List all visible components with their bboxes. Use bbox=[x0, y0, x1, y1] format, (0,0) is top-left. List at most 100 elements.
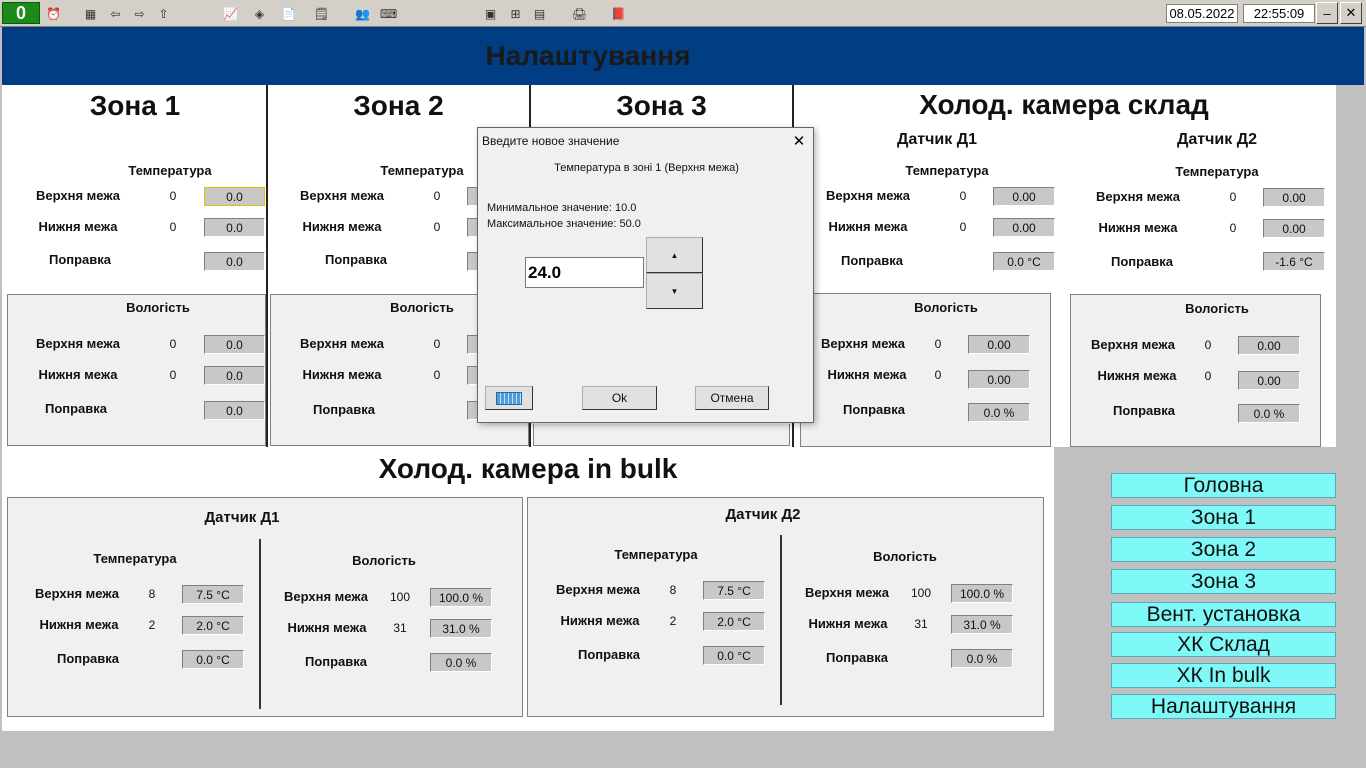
users-icon[interactable]: 👥 bbox=[352, 3, 373, 24]
zone1-hum-lower-field[interactable]: 0.0 bbox=[204, 366, 265, 385]
trend-icon[interactable]: 📈 bbox=[220, 3, 241, 24]
bulk-d1-upper-field[interactable]: 7.5 °C bbox=[182, 585, 244, 604]
sklad-d2-lower-num: 0 bbox=[1229, 221, 1237, 235]
nav-main[interactable]: Головна bbox=[1111, 473, 1336, 498]
nav-settings[interactable]: Налаштування bbox=[1111, 694, 1336, 719]
alarm-clock-icon[interactable]: ⏰ bbox=[43, 3, 64, 24]
bulk-d2-hum-corr-label: Поправка bbox=[825, 650, 889, 665]
zone1-upper-num: 0 bbox=[169, 189, 177, 203]
zone2-upper-label: Верхня межа bbox=[300, 188, 384, 203]
sklad-d2-hum-corr-label: Поправка bbox=[1112, 403, 1176, 418]
sklad-d2-corr-field[interactable]: -1.6 °C bbox=[1263, 252, 1325, 271]
sklad-d2-hum-upper-field[interactable]: 0.00 bbox=[1238, 336, 1300, 355]
bulk-d2-lower-field[interactable]: 2.0 °C bbox=[703, 612, 765, 631]
zone2-upper-num: 0 bbox=[433, 189, 441, 203]
minimize-button[interactable]: – bbox=[1316, 2, 1338, 24]
sklad-d1-corr-field[interactable]: 0.0 °C bbox=[993, 252, 1055, 271]
sklad-d2-hum-lower-label: Нижня межа bbox=[1097, 368, 1177, 383]
bulk-d1-hum-upper-field[interactable]: 100.0 % bbox=[430, 588, 492, 607]
sklad-d2-corr-label: Поправка bbox=[1110, 254, 1174, 269]
sklad-d1-hum-lower-field[interactable]: 0.00 bbox=[968, 370, 1030, 389]
bulk-d2-hum-upper-label: Верхня межа bbox=[805, 585, 889, 600]
zone1-temp-label: Температура bbox=[128, 163, 212, 178]
sklad-d2-upper-num: 0 bbox=[1229, 190, 1237, 204]
monitor-icon[interactable]: ▤ bbox=[529, 3, 550, 24]
zone1-hum-upper-field[interactable]: 0.0 bbox=[204, 335, 265, 354]
dialog-min: Минимальное значение: 10.0 bbox=[487, 202, 637, 214]
bulk-d2-upper-label: Верхня межа bbox=[556, 582, 640, 597]
sklad-d1-hum-lower-num: 0 bbox=[934, 368, 942, 382]
zone1-upper-field[interactable]: 0.0 bbox=[204, 187, 265, 206]
zone1-hum-corr-label: Поправка bbox=[44, 401, 108, 416]
bulk-d1-hum-lower-field[interactable]: 31.0 % bbox=[430, 619, 492, 638]
time-display: 22:55:09 bbox=[1243, 4, 1315, 23]
zone2-corr-label: Поправка bbox=[324, 252, 388, 267]
nav-xk-bulk[interactable]: ХК In bulk bbox=[1111, 663, 1336, 688]
bulk-d1-lower-field[interactable]: 2.0 °C bbox=[182, 616, 244, 635]
bulk-d2-hum-upper-num: 100 bbox=[910, 586, 932, 600]
keyboard-icon[interactable]: ⌨ bbox=[378, 3, 399, 24]
increment-button[interactable]: ▲ bbox=[646, 237, 703, 273]
zone3-humidity-panel bbox=[533, 424, 790, 446]
sklad-d1-hum-upper-field[interactable]: 0.00 bbox=[968, 335, 1030, 354]
sklad-d1-lower-field[interactable]: 0.00 bbox=[993, 218, 1055, 237]
eraser-icon[interactable]: ◈ bbox=[249, 3, 270, 24]
bulk-d1-hum-corr-field[interactable]: 0.0 % bbox=[430, 653, 492, 672]
close-window-button[interactable]: ✕ bbox=[1340, 2, 1362, 24]
sklad-d1-hum-corr-field[interactable]: 0.0 % bbox=[968, 403, 1030, 422]
bulk-d1-corr-field[interactable]: 0.0 °C bbox=[182, 650, 244, 669]
bulk-d2-corr-field[interactable]: 0.0 °C bbox=[703, 646, 765, 665]
value-input[interactable] bbox=[525, 257, 644, 288]
sklad-d2-hum-corr-field[interactable]: 0.0 % bbox=[1238, 404, 1300, 423]
zone1-lower-num: 0 bbox=[169, 220, 177, 234]
bulk-d2-lower-label: Нижня межа bbox=[560, 613, 640, 628]
forward-arrow-icon[interactable]: ⇨ bbox=[129, 3, 150, 24]
tree-icon[interactable]: ▦ bbox=[80, 3, 101, 24]
bulk-d2-hum-upper-field[interactable]: 100.0 % bbox=[951, 584, 1013, 603]
zone2-hum-lower-num: 0 bbox=[433, 368, 441, 382]
nav-zone1[interactable]: Зона 1 bbox=[1111, 505, 1336, 530]
sklad-d1-corr-label: Поправка bbox=[840, 253, 904, 268]
nav-zone2[interactable]: Зона 2 bbox=[1111, 537, 1336, 562]
zone1-lower-field[interactable]: 0.0 bbox=[204, 218, 265, 237]
sklad-d1-hum-upper-label: Верхня межа bbox=[821, 336, 905, 351]
sklad-d1-hum-upper-num: 0 bbox=[934, 337, 942, 351]
keyboard-icon bbox=[496, 391, 522, 405]
sklad-d2-lower-field[interactable]: 0.00 bbox=[1263, 219, 1325, 238]
window-icon[interactable]: ▣ bbox=[480, 3, 501, 24]
back-arrow-icon[interactable]: ⇦ bbox=[105, 3, 126, 24]
decrement-button[interactable]: ▼ bbox=[646, 273, 703, 309]
bulk-d1-hum-lower-label: Нижня межа bbox=[287, 620, 367, 635]
cancel-button[interactable]: Отмена bbox=[695, 386, 769, 410]
zone2-lower-label: Нижня межа bbox=[302, 219, 382, 234]
book-icon[interactable]: 📕 bbox=[608, 3, 629, 24]
bulk-d2-hum-lower-field[interactable]: 31.0 % bbox=[951, 615, 1013, 634]
sklad-d2-upper-field[interactable]: 0.00 bbox=[1263, 188, 1325, 207]
nav-xk-sklad[interactable]: ХК Склад bbox=[1111, 632, 1336, 657]
zone1-upper-label: Верхня межа bbox=[36, 188, 120, 203]
sklad-d2-hum-upper-label: Верхня межа bbox=[1091, 337, 1175, 352]
sklad-d1-upper-field[interactable]: 0.00 bbox=[993, 187, 1055, 206]
document-icon[interactable]: 📄 bbox=[278, 3, 299, 24]
zone2-hum-upper-num: 0 bbox=[433, 337, 441, 351]
zone1-hum-upper-num: 0 bbox=[169, 337, 177, 351]
nav-ventilation[interactable]: Вент. установка bbox=[1111, 602, 1336, 627]
bulk-d1-hum-corr-label: Поправка bbox=[304, 654, 368, 669]
zone1-corr-field[interactable]: 0.0 bbox=[204, 252, 265, 271]
network-icon[interactable]: ⊞ bbox=[505, 3, 526, 24]
bulk-d2-upper-field[interactable]: 7.5 °C bbox=[703, 581, 765, 600]
keyboard-button[interactable] bbox=[485, 386, 533, 410]
sklad-d1-hum-label: Вологість bbox=[914, 300, 978, 315]
up-folder-icon[interactable]: ⇧ bbox=[153, 3, 174, 24]
sklad-d2-hum-lower-field[interactable]: 0.00 bbox=[1238, 371, 1300, 390]
zone2-hum-lower-label: Нижня межа bbox=[302, 367, 382, 382]
report-icon[interactable]: 🗒 bbox=[311, 3, 332, 24]
bulk-d2-hum-corr-field[interactable]: 0.0 % bbox=[951, 649, 1013, 668]
dialog-close-icon[interactable]: ✕ bbox=[788, 130, 810, 152]
nav-zone3[interactable]: Зона 3 bbox=[1111, 569, 1336, 594]
date-display: 08.05.2022 bbox=[1166, 4, 1238, 23]
alarm-counter[interactable]: 0 bbox=[2, 2, 40, 24]
zone1-hum-corr-field[interactable]: 0.0 bbox=[204, 401, 265, 420]
ok-button[interactable]: Ok bbox=[582, 386, 657, 410]
print-icon[interactable]: 🖨 bbox=[569, 3, 590, 24]
